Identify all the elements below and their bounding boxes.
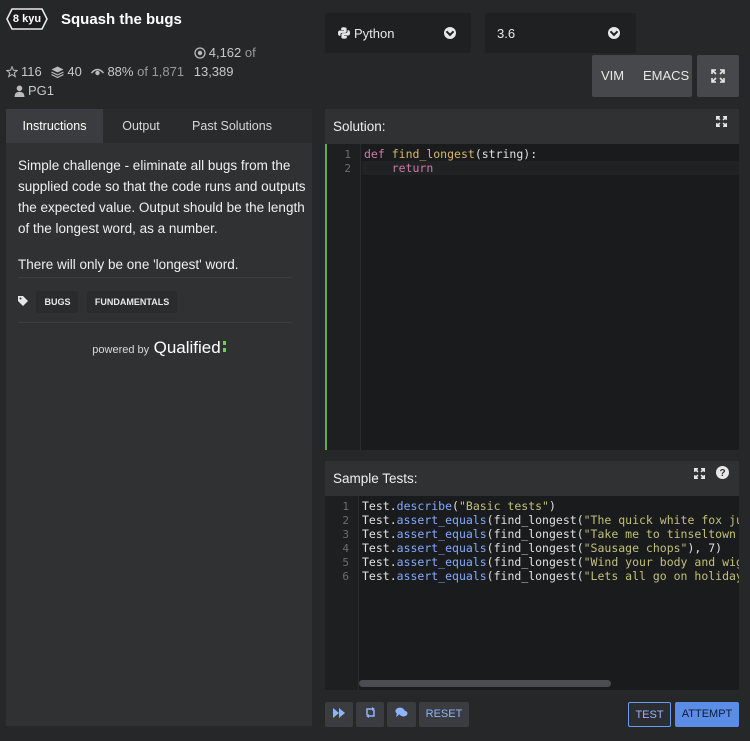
version-select[interactable]: 3.6 <box>485 13 636 53</box>
collections-count: 40 <box>67 64 82 79</box>
python-icon <box>338 27 350 39</box>
language-label: Python <box>354 26 395 41</box>
solution-panel: Solution: 1 2 def find_longest(string): … <box>325 109 739 450</box>
tab-instructions[interactable]: Instructions <box>6 109 103 143</box>
layers-icon <box>51 66 65 78</box>
test-button[interactable]: TEST <box>628 702 671 727</box>
chat-icon <box>395 707 408 717</box>
horizontal-scrollbar[interactable] <box>359 680 611 687</box>
code-line: Test.assert_equals(find_longest("Lets al… <box>362 569 739 583</box>
line-gutter: 1 2 <box>327 144 361 450</box>
panel-tabs: Instructions Output Past Solutions <box>6 109 312 143</box>
vim-mode-button[interactable]: VIM <box>601 68 624 83</box>
qualified-logo: Qualified <box>153 338 221 357</box>
attempt-button[interactable]: ATTEMPT <box>675 702 739 727</box>
line-number: 5 <box>342 556 349 569</box>
svg-text:?: ? <box>719 468 725 479</box>
tab-past-solutions[interactable]: Past Solutions <box>179 109 285 143</box>
fast-forward-icon <box>333 708 345 718</box>
fullscreen-button[interactable] <box>697 55 739 97</box>
completed-stat: 4,162 of 13,389 <box>194 43 256 81</box>
sample-tests-editor[interactable]: 1 2 3 4 5 6 Test.describe("Basic tests")… <box>325 496 739 690</box>
line-number: 4 <box>342 542 349 555</box>
line-number: 1 <box>344 148 351 161</box>
solution-title: Solution: <box>333 119 386 134</box>
sample-tests-title: Sample Tests: <box>333 471 418 486</box>
expand-icon <box>711 69 725 83</box>
emacs-mode-button[interactable]: EMACS <box>643 68 689 83</box>
code-line: Test.assert_equals(find_longest("Wind yo… <box>362 555 739 569</box>
refresh-button[interactable] <box>356 702 384 727</box>
expand-icon[interactable] <box>694 468 705 479</box>
divider <box>18 277 292 278</box>
line-number: 1 <box>342 500 349 513</box>
discuss-button[interactable] <box>387 702 416 727</box>
chevron-down-icon <box>608 27 620 39</box>
expand-icon[interactable] <box>716 116 727 127</box>
collections-stat[interactable]: 40 <box>51 62 82 81</box>
reset-button[interactable]: RESET <box>419 702 469 727</box>
description-paragraph: There will only be one 'longest' word. <box>18 257 239 272</box>
target-icon <box>194 47 206 59</box>
code-line: Test.describe("Basic tests") <box>362 499 556 513</box>
tag-bugs[interactable]: BUGS <box>36 291 79 313</box>
stars-count: 116 <box>21 64 42 79</box>
description-paragraph: Simple challenge - eliminate all bugs fr… <box>18 158 306 236</box>
total-attempts: 13,389 <box>193 64 234 79</box>
refresh-icon <box>365 707 375 718</box>
author-stat[interactable]: PG1 <box>14 81 54 100</box>
line-number: 6 <box>342 570 349 583</box>
code-line: Test.assert_equals(find_longest("Take me… <box>362 527 736 541</box>
star-icon <box>6 66 18 78</box>
divider <box>18 322 292 323</box>
kata-title: Squash the bugs <box>61 11 182 28</box>
completed-count: 4,162 <box>208 45 242 60</box>
tag-icon <box>18 296 28 306</box>
qualified-logo-mark <box>222 340 226 354</box>
code-line: return <box>391 161 434 175</box>
tab-output[interactable]: Output <box>103 109 179 143</box>
stars-stat[interactable]: 116 <box>6 62 42 81</box>
powered-by-label: powered by <box>92 344 150 356</box>
line-number: 3 <box>342 528 349 541</box>
help-icon[interactable]: ? <box>716 466 729 479</box>
language-select[interactable]: Python <box>325 13 471 53</box>
tag-fundamentals[interactable]: FUNDAMENTALS <box>86 291 178 313</box>
instructions-panel: Instructions Output Past Solutions Simpl… <box>6 109 312 726</box>
kata-stats: 116 40 88% of 1,871 4,162 of 13,389 PG1 <box>6 43 266 100</box>
solution-editor[interactable]: 1 2 def find_longest(string): return <box>325 144 739 450</box>
tag-list: BUGS FUNDAMENTALS <box>18 291 178 313</box>
user-icon <box>14 85 25 97</box>
sample-tests-panel: Sample Tests: ? 1 2 3 4 5 6 Test.describ… <box>325 461 739 690</box>
rank-badge: 8 kyu <box>6 8 48 30</box>
code-line: Test.assert_equals(find_longest("The qui… <box>362 513 739 527</box>
eye-icon <box>91 68 105 76</box>
kata-description: Simple challenge - eliminate all bugs fr… <box>18 155 306 290</box>
satisfaction-rate: 88% <box>107 64 134 79</box>
run-all-button[interactable] <box>325 702 353 727</box>
editor-mode-group: VIM EMACS <box>592 55 692 97</box>
line-gutter: 1 2 3 4 5 6 <box>325 496 359 690</box>
rank-label: 8 kyu <box>12 13 42 25</box>
satisfaction-stat: 88% of 1,871 <box>91 62 184 81</box>
completed-of: of <box>244 45 256 60</box>
line-number: 2 <box>344 162 351 175</box>
version-label: 3.6 <box>497 26 516 41</box>
line-number: 2 <box>342 514 349 527</box>
author-name: PG1 <box>28 83 55 98</box>
powered-by-qualified[interactable]: powered by Qualified <box>6 338 312 358</box>
satisfaction-votes: of 1,871 <box>137 64 185 79</box>
chevron-down-icon <box>444 27 456 39</box>
code-line: def find_longest(string): <box>364 147 538 161</box>
code-line: Test.assert_equals(find_longest("Sausage… <box>362 541 723 555</box>
